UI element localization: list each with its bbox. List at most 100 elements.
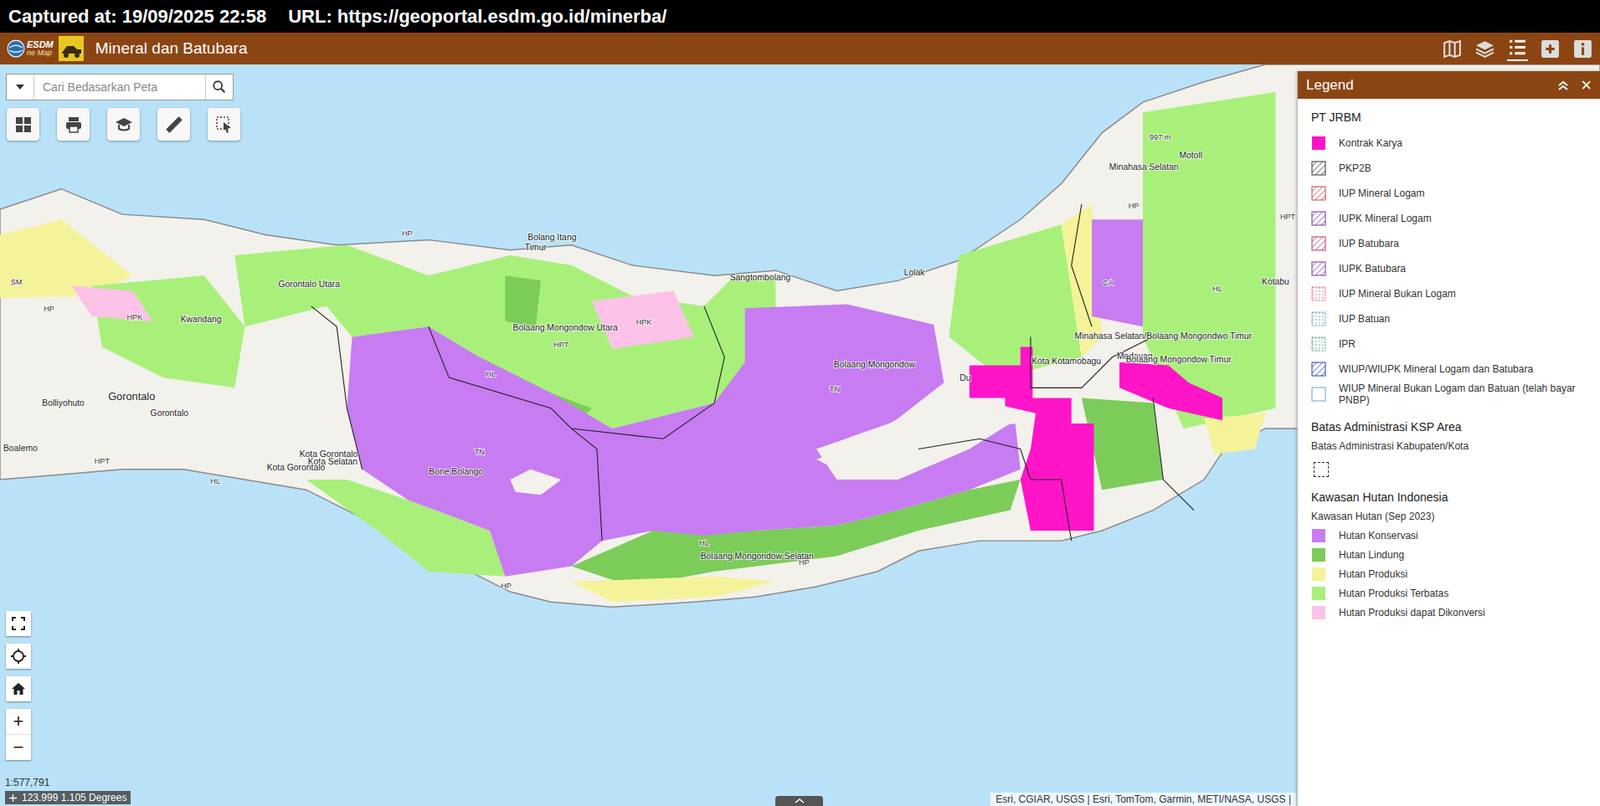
capture-time: Captured at: 19/09/2025 22:58 [8,5,267,28]
map-label: Gorontalo [150,408,190,418]
legend-close-button[interactable]: × [1580,76,1592,95]
draw-icon [113,114,134,135]
legend-item: IPR [1311,331,1587,357]
coordinates-text: 123.999 1.105 Degrees [21,792,127,804]
logo-title: ESDM [26,40,54,50]
globe-icon [6,39,26,58]
layers-icon[interactable] [1474,38,1496,60]
basemap-icon[interactable] [1441,38,1463,60]
legend-swatch [1311,566,1327,582]
legend-group: Kawasan Hutan IndonesiaKawasan Hutan (Se… [1311,490,1587,623]
concession-area[interactable] [969,347,1095,531]
bottom-panel-handle[interactable] [775,796,824,806]
add-data-icon[interactable] [1539,38,1561,60]
map-label: HL [485,370,496,379]
map-label: HL [699,539,710,548]
app-title: Mineral dan Batubara [95,39,248,58]
map-label: TN [829,385,840,394]
map-label: Timur [524,242,548,253]
forest-area[interactable] [948,224,1081,378]
forest-area[interactable] [71,285,154,322]
legend-item: IUP Batubara [1311,231,1587,257]
map-label: Bolaang Mongondow Utara [513,323,619,333]
attribution: Esri, CGIAR, USGS | Esri, TomTom, Garmin… [990,792,1297,806]
legend-swatch [1311,236,1327,252]
legend-item: Batas Administrasi Kabupaten/Kota [1311,440,1587,478]
home-button[interactable] [5,676,31,702]
forest-area[interactable] [346,303,1020,577]
draw-tool[interactable] [107,108,140,141]
legend-swatch [1311,286,1327,302]
header-toolbar [1441,36,1594,62]
forest-area[interactable] [591,291,695,350]
map-label: Bone Bolango [428,467,484,477]
scale-info: 1:577,791 123.999 1.105 Degrees [5,776,131,805]
measure-tool[interactable] [157,108,191,141]
locate-icon [10,648,27,665]
legend-list-icon[interactable] [1507,36,1528,62]
legend-item-label: Batas Administrasi Kabupaten/Kota [1311,440,1587,453]
map-label: HP [798,558,810,567]
legend-item: IUP Mineral Bukan Logam [1311,281,1587,307]
map-scale: 1:577,791 [5,776,131,789]
map-label: Gorontalo Utara [277,279,340,289]
search-input[interactable] [34,74,206,100]
info-icon[interactable] [1572,38,1594,60]
admin-boundary [704,306,725,404]
map-label: Bolliyohuto [41,398,85,408]
map-label: HP [500,581,512,591]
forest-area[interactable] [504,275,541,327]
legend-item-label: IUP Mineral Bukan Logam [1338,288,1456,300]
map-navigation: +− [5,611,31,761]
print-tool[interactable] [56,108,90,141]
forest-area[interactable] [1091,219,1143,327]
legend-item: Hutan Lindung [1311,545,1587,565]
gallery-tool[interactable] [6,108,40,141]
zoom-out-button[interactable]: − [5,734,31,761]
legend-item-label: PKP2B [1338,162,1372,175]
legend-item: IUPK Mineral Logam [1311,205,1587,232]
legend-group-title: Kawasan Hutan Indonesia [1311,490,1587,505]
zoom-in-button[interactable]: + [5,709,31,735]
map-label: HPK [126,313,143,322]
chevron-up-icon [794,798,805,804]
legend-group: Batas Administrasi KSP AreaBatas Adminis… [1311,420,1587,478]
select-tool[interactable] [207,108,241,141]
legend-item-label: IUPK Mineral Logam [1338,212,1432,225]
legend-item-label: IUP Mineral Logam [1338,187,1426,200]
legend-panel: Legend×PT JRBMKontrak KaryaPKP2BIUP Mine… [1296,71,1600,806]
legend-item-label: WIUP Mineral Bukan Logam dan Batuan (tel… [1338,382,1587,407]
map-label: Kota Gorontalo [267,463,326,473]
ruler-icon [164,114,185,135]
search-button[interactable] [205,74,233,100]
map-view[interactable]: Gorontalo Utara Bolang ItangTimur Sangtomb… [0,64,1600,806]
crosshair-icon [9,794,17,803]
collapse-icon[interactable] [1557,79,1570,92]
locate-button[interactable] [5,643,31,669]
concession-area[interactable] [1119,362,1223,421]
map-label: CA [1102,278,1115,288]
esdm-logo[interactable]: ESDMne Map [6,39,54,58]
legend-item-label: Hutan Lindung [1338,549,1405,561]
legend-item: PKP2B [1311,155,1587,181]
map-label: HPT [94,457,111,466]
map-label: Bolaang Mongondow [833,360,916,370]
mining-truck-icon [58,36,84,62]
map-toolbar [6,108,241,141]
legend-item: IUP Mineral Logam [1311,180,1587,206]
legend-item: Hutan Produksi dapat Dikonversi [1311,602,1587,623]
map-label: TN [474,447,485,457]
fullscreen-button[interactable] [5,611,31,637]
app-header: ESDMne Map Mineral dan Batubara [0,32,1600,65]
map-label: Sangtombolang [730,272,792,283]
map-label: Boalemo [3,443,38,453]
non-forest-area [816,408,1011,480]
legend-swatch [1311,361,1327,377]
forest-area[interactable] [1203,413,1266,455]
search-source-dropdown[interactable] [6,74,35,100]
forest-area[interactable] [571,576,777,602]
map-label: Bolang Itang [527,232,577,242]
admin-boundary [571,428,603,541]
coordinates[interactable]: 123.999 1.105 Degrees [5,791,131,805]
legend-title: Legend [1306,77,1546,94]
